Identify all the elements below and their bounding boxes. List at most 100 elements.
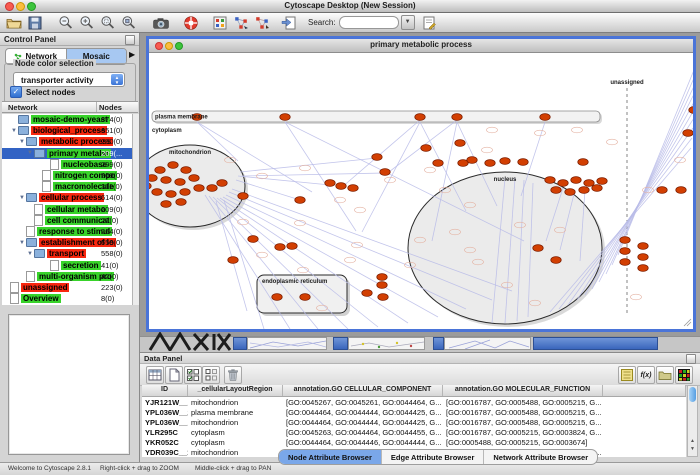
table-cell[interactable]: mitochondrion (188, 448, 283, 457)
graph-node[interactable] (217, 180, 227, 187)
attribute-list-icon[interactable] (618, 366, 636, 384)
graph-node[interactable] (378, 294, 388, 301)
heatmap-icon[interactable] (675, 366, 693, 384)
tree-row[interactable]: ▼cellular process614(0) (2, 192, 132, 203)
graph-node[interactable] (565, 189, 575, 196)
table-row[interactable]: YPL036W__2plasma membrane[GO:0044464, GO… (142, 407, 686, 417)
graph-node[interactable] (280, 114, 290, 121)
tree-row[interactable]: macromolecule311(0) (2, 181, 132, 192)
tree-row-label[interactable]: secretion (61, 261, 101, 270)
tree-row[interactable]: mosaic-demo-yeast874(0) (2, 114, 132, 125)
float-panel-icon[interactable] (125, 35, 135, 45)
zoom-fit-icon[interactable] (121, 15, 137, 31)
background-window[interactable] (433, 337, 444, 350)
close-window-icon[interactable] (5, 2, 14, 11)
graph-node[interactable] (161, 177, 171, 184)
close-window-icon[interactable] (155, 42, 163, 50)
graph-node[interactable] (377, 282, 387, 289)
tree-row-label[interactable]: cellular process (39, 193, 104, 202)
graph-node[interactable] (175, 179, 185, 186)
tree-row[interactable]: Overview8(0) (2, 293, 132, 304)
tree-row-label[interactable]: biological_process (31, 126, 107, 135)
background-window[interactable] (333, 337, 348, 350)
zoom-out-icon[interactable] (58, 15, 74, 31)
table-column-header[interactable]: ID (142, 385, 188, 396)
graph-node[interactable] (485, 160, 495, 167)
tab-edge-attribute-browser[interactable]: Edge Attribute Browser (381, 450, 483, 464)
scroll-up-icon[interactable]: ▲ (689, 438, 696, 445)
tree-row[interactable]: unassigned223(0) (2, 282, 132, 293)
graph-node[interactable] (336, 183, 346, 190)
new-attribute-icon[interactable] (165, 366, 183, 384)
graph-node[interactable] (325, 180, 335, 187)
graph-node[interactable] (500, 158, 510, 165)
table-cell[interactable]: plasma membrane (188, 408, 283, 417)
tree-row-label[interactable]: cellular metabo (45, 205, 108, 214)
graph-node[interactable] (571, 177, 581, 184)
network-view-window[interactable]: primary metabolic process plasma membran… (146, 36, 696, 332)
zoom-selected-icon[interactable] (100, 15, 116, 31)
background-window[interactable] (533, 337, 658, 350)
minimize-window-icon[interactable] (16, 2, 25, 11)
table-cell[interactable]: [GO:0044464, GO:0044446, GO:0044444, G..… (283, 438, 443, 447)
tree-row-label[interactable]: unassigned (21, 283, 69, 292)
graph-node[interactable] (545, 177, 555, 184)
import-network-icon[interactable] (233, 15, 249, 31)
attribute-table-icon[interactable] (146, 366, 164, 384)
graph-node[interactable] (300, 294, 310, 301)
graph-node[interactable] (540, 114, 550, 121)
tree-row-label[interactable]: Overview (21, 294, 61, 303)
zoom-window-icon[interactable] (27, 2, 36, 11)
tree-scrollbar[interactable] (132, 114, 139, 305)
graph-node[interactable] (161, 201, 171, 208)
network-canvas[interactable]: plasma membranecytoplasmmitochondrionnuc… (149, 52, 693, 329)
graph-node[interactable] (579, 187, 589, 194)
table-cell[interactable]: mitochondrion (188, 418, 283, 427)
graph-node[interactable] (533, 245, 543, 252)
graph-node[interactable] (452, 114, 462, 121)
tree-row-label[interactable]: transport (47, 249, 86, 258)
open-session-icon[interactable] (6, 15, 22, 31)
table-cell[interactable]: [GO:0016787, GO:0005215, GO:0003824, G..… (443, 428, 603, 437)
scrollbar-thumb[interactable] (689, 387, 696, 402)
table-cell[interactable]: cytoplasm (188, 438, 283, 447)
vizmapper-icon[interactable] (212, 15, 228, 31)
graph-node[interactable] (372, 154, 382, 161)
table-column-header[interactable] (603, 385, 686, 396)
graph-node[interactable] (584, 180, 594, 187)
scroll-down-icon[interactable]: ▼ (689, 446, 696, 453)
tree-expander-icon[interactable]: ▼ (18, 240, 26, 246)
graph-node[interactable] (189, 175, 199, 182)
graph-node[interactable] (295, 197, 305, 204)
graph-node[interactable] (638, 265, 648, 272)
table-cell[interactable]: [GO:0044464, GO:0044444, GO:0044425, G..… (283, 408, 443, 417)
tree-row-label[interactable]: mosaic-demo-yeast (31, 115, 110, 124)
background-window[interactable] (247, 337, 327, 350)
import-attributes-folder-icon[interactable] (656, 366, 674, 384)
tree-row[interactable]: ▼metabolic process280(0) (2, 136, 132, 147)
graph-node[interactable] (207, 185, 217, 192)
tree-row[interactable]: ▼biological_process651(0) (2, 125, 132, 136)
graph-node[interactable] (558, 180, 568, 187)
graph-node[interactable] (620, 259, 630, 266)
graph-node[interactable] (689, 107, 693, 114)
table-cell[interactable]: YDR039C__1 (142, 448, 188, 457)
tree-row[interactable]: ▼transport558(0) (2, 248, 132, 259)
table-cell[interactable]: [GO:0044464, GO:0044444, GO:0044425, G..… (283, 418, 443, 427)
graph-node[interactable] (620, 237, 630, 244)
graph-node[interactable] (168, 162, 178, 169)
graph-node[interactable] (551, 257, 561, 264)
node-color-dropdown[interactable]: transporter activity ▲▼ (13, 72, 125, 87)
table-cell[interactable]: YPL036W__1 (142, 418, 188, 427)
graph-node[interactable] (455, 140, 465, 147)
table-cell[interactable]: YPL036W__2 (142, 408, 188, 417)
graph-node[interactable] (180, 189, 190, 196)
graph-node[interactable] (238, 193, 248, 200)
zoom-window-icon[interactable] (175, 42, 183, 50)
tree-row[interactable]: secretion41(0) (2, 259, 132, 270)
more-tabs-arrow-icon[interactable]: ▶ (129, 50, 135, 59)
tree-row[interactable]: response to stimul264(0) (2, 226, 132, 237)
resize-grip-icon[interactable] (684, 319, 691, 326)
table-cell[interactable]: YLR295C (142, 428, 188, 437)
table-row[interactable]: YJR121W__1mitochondrion[GO:0045267, GO:0… (142, 397, 686, 407)
